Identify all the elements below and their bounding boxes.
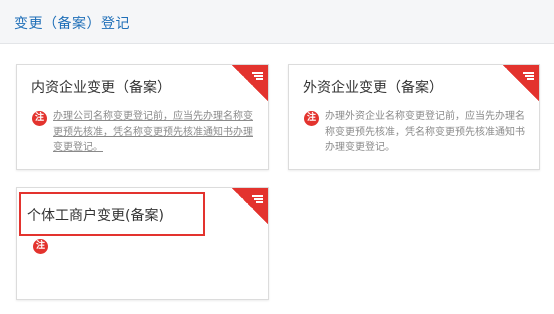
- card-description-link[interactable]: 办理公司名称变更登记前，应当先办理名称变更预先核准，凭名称变更预先核准通知书办理…: [53, 109, 253, 156]
- page-title: 变更（备案）登记: [14, 16, 130, 32]
- note-badge-icon: 注: [33, 239, 48, 254]
- card-corner-ribbon: [232, 188, 268, 224]
- highlight-box: [19, 192, 205, 236]
- card-title: 内资企业变更（备案）: [31, 80, 171, 96]
- menu-lines-icon[interactable]: [523, 72, 534, 80]
- card-foreign-enterprise[interactable]: 外资企业变更（备案） 注 办理外资企业名称变更登记前，应当先办理名称变更预先核准…: [288, 64, 540, 170]
- menu-lines-icon[interactable]: [252, 72, 263, 80]
- note-badge-icon: 注: [304, 111, 319, 126]
- page-header: 变更（备案）登记: [0, 0, 554, 44]
- card-description: 办理外资企业名称变更登记前，应当先办理名称变更预先核准，凭名称变更预先核准通知书…: [325, 111, 525, 153]
- menu-lines-icon[interactable]: [252, 195, 263, 203]
- card-corner-ribbon: [232, 65, 268, 101]
- card-corner-ribbon: [503, 65, 539, 101]
- note-badge-icon: 注: [32, 111, 47, 126]
- card-domestic-enterprise[interactable]: 内资企业变更（备案） 注 办理公司名称变更登记前，应当先办理名称变更预先核准，凭…: [16, 64, 269, 170]
- card-title: 外资企业变更（备案）: [303, 80, 443, 96]
